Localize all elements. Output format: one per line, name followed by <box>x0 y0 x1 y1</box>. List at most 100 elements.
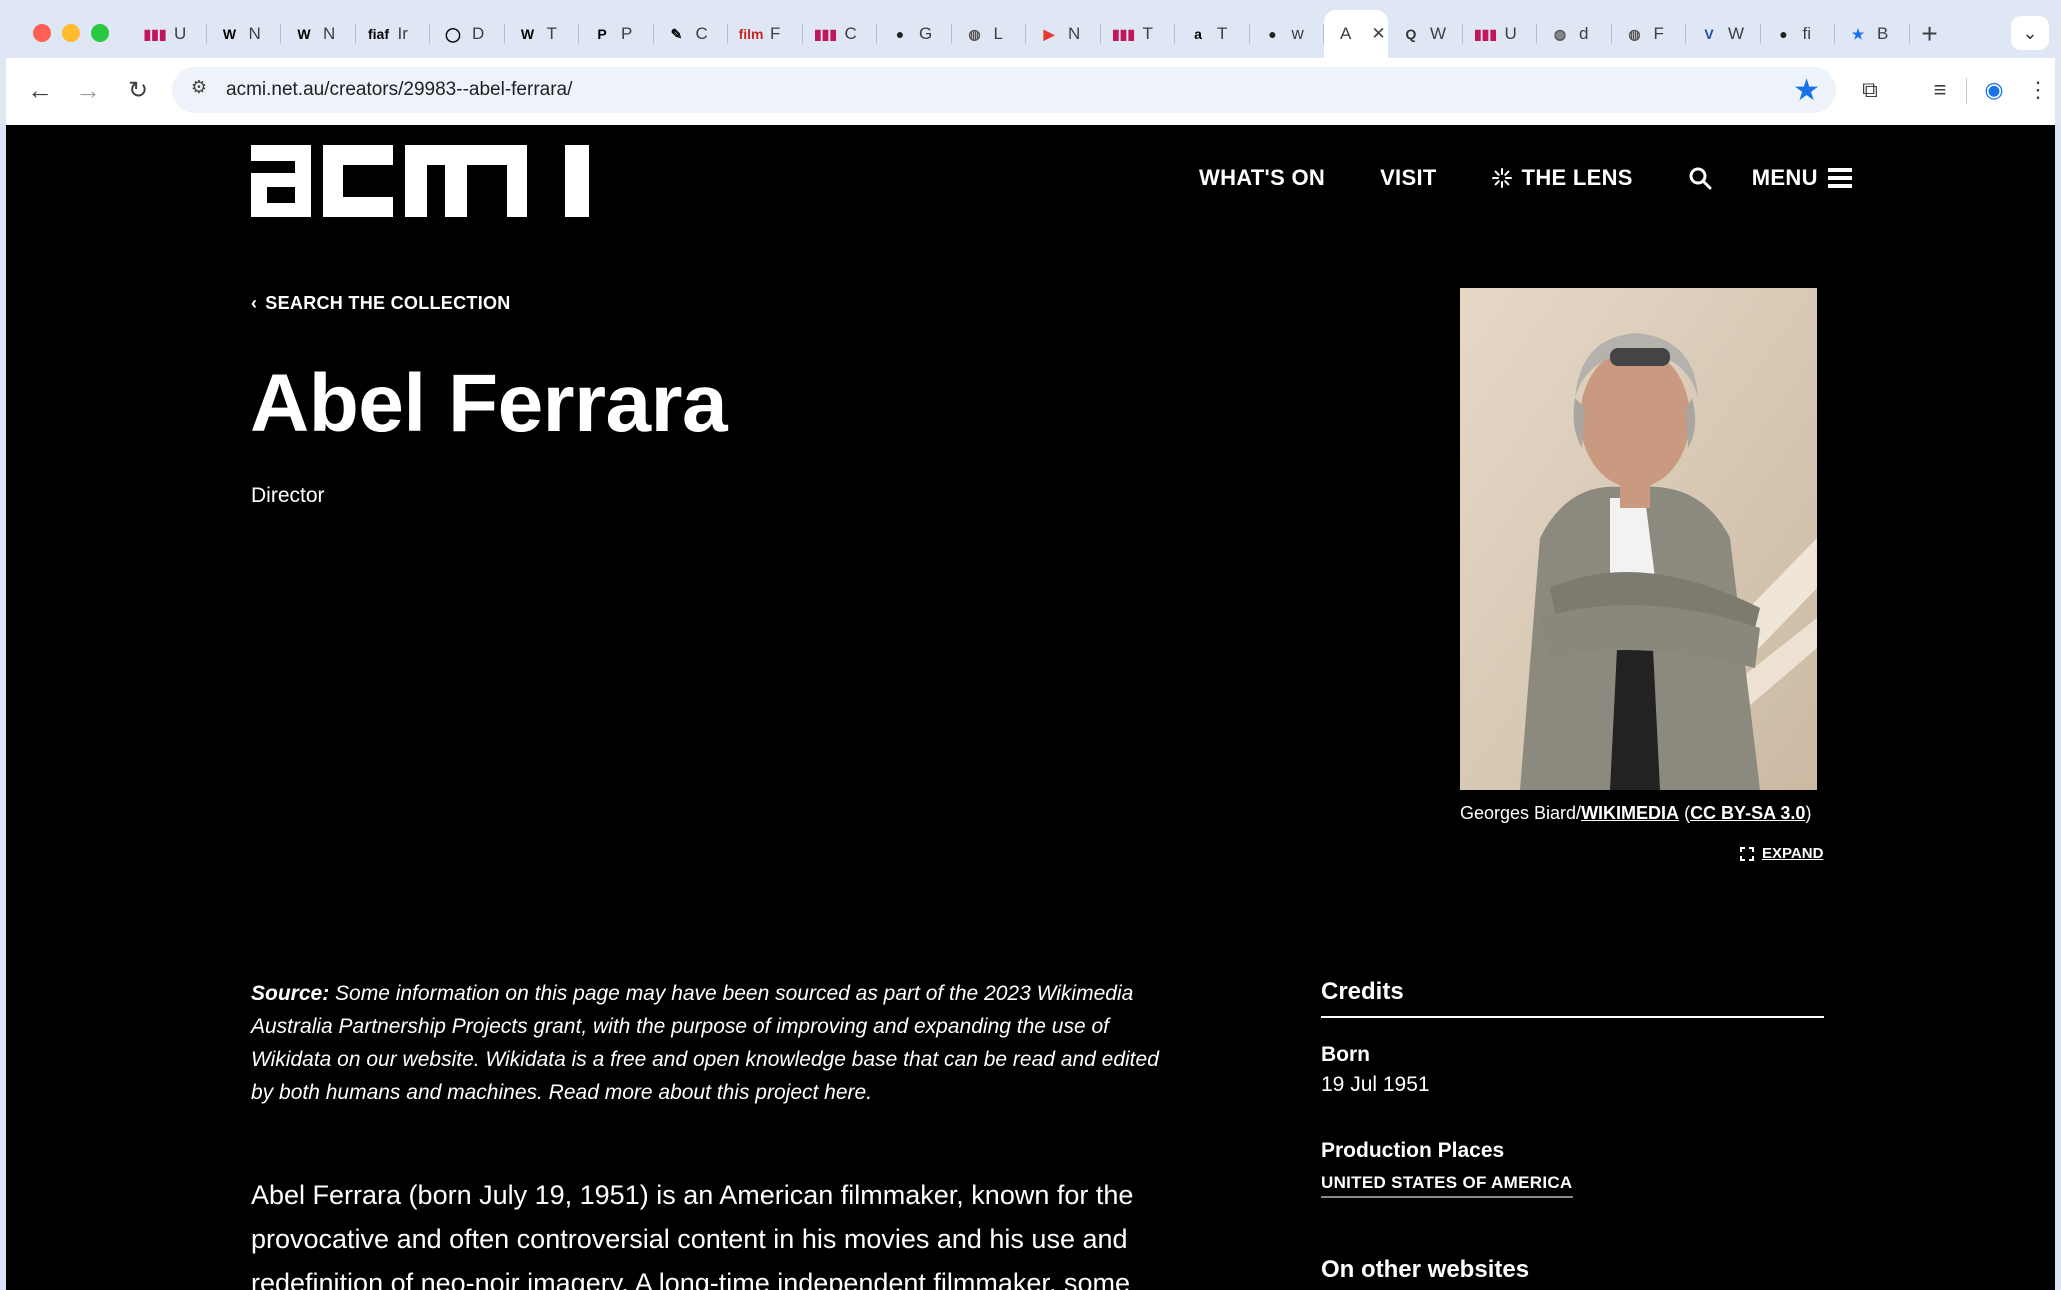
other-websites-heading: On other websites <box>1321 1256 1530 1283</box>
tab-title: d <box>1579 24 1589 43</box>
browser-tab[interactable]: ▶ N <box>1026 10 1101 58</box>
tab-favicon-icon: ◍ <box>1553 25 1567 42</box>
tab-title: G <box>919 24 933 43</box>
tab-favicon-icon: ◍ <box>1628 25 1641 42</box>
browser-tab[interactable]: ◍ L <box>952 10 1027 58</box>
kebab-menu-icon[interactable]: ⋮ <box>2020 72 2056 108</box>
tab-favicon-icon: V <box>1704 26 1714 42</box>
browser-tab[interactable]: ✎ C <box>654 10 729 58</box>
tab-favicon-icon: P <box>597 26 607 42</box>
image-credit-author: Georges Biard/ <box>1460 803 1582 823</box>
tab-title: P <box>621 24 633 43</box>
biography-text: Abel Ferrara (born July 19, 1951) is an … <box>251 1180 1134 1290</box>
browser-tab[interactable]: WT <box>505 10 580 58</box>
source-label: Source: <box>251 982 330 1005</box>
minimize-window-button[interactable] <box>62 24 80 42</box>
reload-icon[interactable]: ↻ <box>118 70 158 110</box>
search-icon[interactable] <box>1688 166 1712 190</box>
browser-tab-active[interactable]: A ✕ <box>1324 10 1388 58</box>
browser-tab[interactable]: ◍ F <box>1612 10 1687 58</box>
profile-avatar-icon[interactable]: ◉ <box>1976 72 2012 108</box>
tab-favicon-icon: Q <box>1405 26 1417 42</box>
url-text[interactable]: acmi.net.au/creators/29983--abel-ferrara… <box>226 79 572 101</box>
new-tab-plus-icon[interactable]: + <box>1910 18 1950 50</box>
browser-tab[interactable]: VW <box>1686 10 1761 58</box>
browser-tab[interactable]: WN <box>281 10 356 58</box>
browser-tab[interactable]: PP <box>579 10 654 58</box>
tab-title: T <box>1217 24 1228 43</box>
wikimedia-link[interactable]: WIKIMEDIA <box>1581 803 1679 823</box>
browser-tab[interactable]: ● fi <box>1761 10 1836 58</box>
image-credit: Georges Biard/WIKIMEDIA (CC BY-SA 3.0) <box>1460 803 1812 823</box>
menu-button[interactable]: MENU <box>1752 165 1852 191</box>
browser-tab[interactable]: film F <box>728 10 803 58</box>
tab-title: Ir <box>397 24 408 43</box>
browser-tab[interactable]: ▮▮▮ U <box>1463 10 1538 58</box>
browser-tab[interactable]: ● G <box>877 10 952 58</box>
browser-tab[interactable]: ▮▮▮ C <box>803 10 878 58</box>
tab-title: fi <box>1802 24 1812 43</box>
tab-favicon-icon: ● <box>895 26 905 42</box>
browser-tab[interactable]: ▮▮▮ T <box>1101 10 1176 58</box>
acmi-logo[interactable] <box>251 141 591 221</box>
browser-chrome: ▮▮▮ U W N W Nfiaf Ir ◯ D W T P P ✎ Cfilm F ▮▮▮ C ● G ◍ L ▶ N ▮▮▮… <box>0 0 2061 125</box>
tab-title: N <box>1068 24 1081 43</box>
search-collection-link[interactable]: ‹ SEARCH THE COLLECTION <box>251 293 511 314</box>
browser-tab[interactable]: ★ B <box>1835 10 1910 58</box>
tab-title: L <box>993 24 1003 43</box>
browser-tab[interactable]: QW <box>1388 10 1463 58</box>
extensions-puzzle-icon[interactable]: ⧉ <box>1852 72 1888 108</box>
chevron-left-icon: ‹ <box>251 293 258 313</box>
bookmark-star-icon[interactable]: ★ <box>1793 73 1820 108</box>
tab-title: F <box>1653 24 1664 43</box>
browser-tab[interactable]: ▮▮▮ U <box>132 10 207 58</box>
tab-title: D <box>472 24 485 43</box>
web-page: WHAT'S ON VISIT THE LENS MENU ‹ SEARCH T… <box>6 125 2055 1290</box>
reading-list-icon[interactable]: ≡ <box>1922 72 1958 108</box>
site-info-icon[interactable]: ⚙ <box>186 77 212 103</box>
tab-favicon-icon: a <box>1194 26 1202 42</box>
credits-heading: Credits <box>1321 978 1824 1018</box>
tab-favicon-icon: W <box>520 26 535 42</box>
close-window-button[interactable] <box>33 24 51 42</box>
production-place-link[interactable]: UNITED STATES OF AMERICA <box>1321 1173 1573 1198</box>
tab-title: w <box>1291 24 1304 43</box>
tab-title: U <box>174 24 187 43</box>
nav-whats-on[interactable]: WHAT'S ON <box>1199 165 1325 191</box>
tab-favicon-icon: ▮▮▮ <box>813 25 838 42</box>
license-link[interactable]: CC BY-SA 3.0 <box>1690 803 1805 823</box>
address-bar[interactable]: ⚙ acmi.net.au/creators/29983--abel-ferra… <box>172 67 1836 113</box>
browser-tab[interactable]: ◍ d <box>1537 10 1612 58</box>
forward-arrow-icon[interactable]: → <box>68 70 108 110</box>
browser-toolbar: ← → ↻ ⚙ acmi.net.au/creators/29983--abel… <box>6 58 2055 125</box>
tab-title: A <box>1340 24 1352 43</box>
tab-favicon-icon: film <box>738 26 764 42</box>
tab-search-chevron-icon[interactable]: ⌄ <box>2011 16 2049 50</box>
maximize-window-button[interactable] <box>91 24 109 42</box>
tab-favicon-icon: ✎ <box>670 25 683 42</box>
tab-favicon-icon: ★ <box>1851 25 1865 42</box>
browser-tab[interactable]: ◯ D <box>430 10 505 58</box>
browser-tab[interactable]: ● w <box>1250 10 1325 58</box>
production-places-label: Production Places <box>1321 1139 1505 1162</box>
back-arrow-icon[interactable]: ← <box>20 70 60 110</box>
nav-visit[interactable]: VISIT <box>1380 165 1437 191</box>
nav-the-lens[interactable]: THE LENS <box>1491 165 1633 191</box>
nav-the-lens-label: THE LENS <box>1521 165 1633 190</box>
tab-favicon-icon: ◯ <box>445 25 461 42</box>
browser-tab[interactable]: aT <box>1175 10 1250 58</box>
tab-favicon-icon: ▮▮▮ <box>143 25 167 42</box>
tab-strip: ▮▮▮ U W N W Nfiaf Ir ◯ D W T P P ✎ Cfilm F ▮▮▮ C ● G ◍ L ▶ N ▮▮▮… <box>132 10 1991 58</box>
tab-title: C <box>695 24 708 43</box>
browser-tab[interactable]: fiaf Ir <box>356 10 431 58</box>
tab-favicon-icon: ● <box>1268 26 1277 42</box>
expand-label: EXPAND <box>1762 845 1824 862</box>
browser-tab[interactable]: WN <box>207 10 282 58</box>
expand-image-button[interactable]: EXPAND <box>1740 845 1823 862</box>
search-collection-label: SEARCH THE COLLECTION <box>265 293 511 313</box>
born-label: Born <box>1321 1043 1370 1066</box>
tab-close-icon[interactable]: ✕ <box>1371 24 1385 44</box>
creator-portrait-image[interactable] <box>1460 288 1817 790</box>
tab-favicon-icon: ▶ <box>1043 25 1055 42</box>
hamburger-icon <box>1827 168 1852 188</box>
